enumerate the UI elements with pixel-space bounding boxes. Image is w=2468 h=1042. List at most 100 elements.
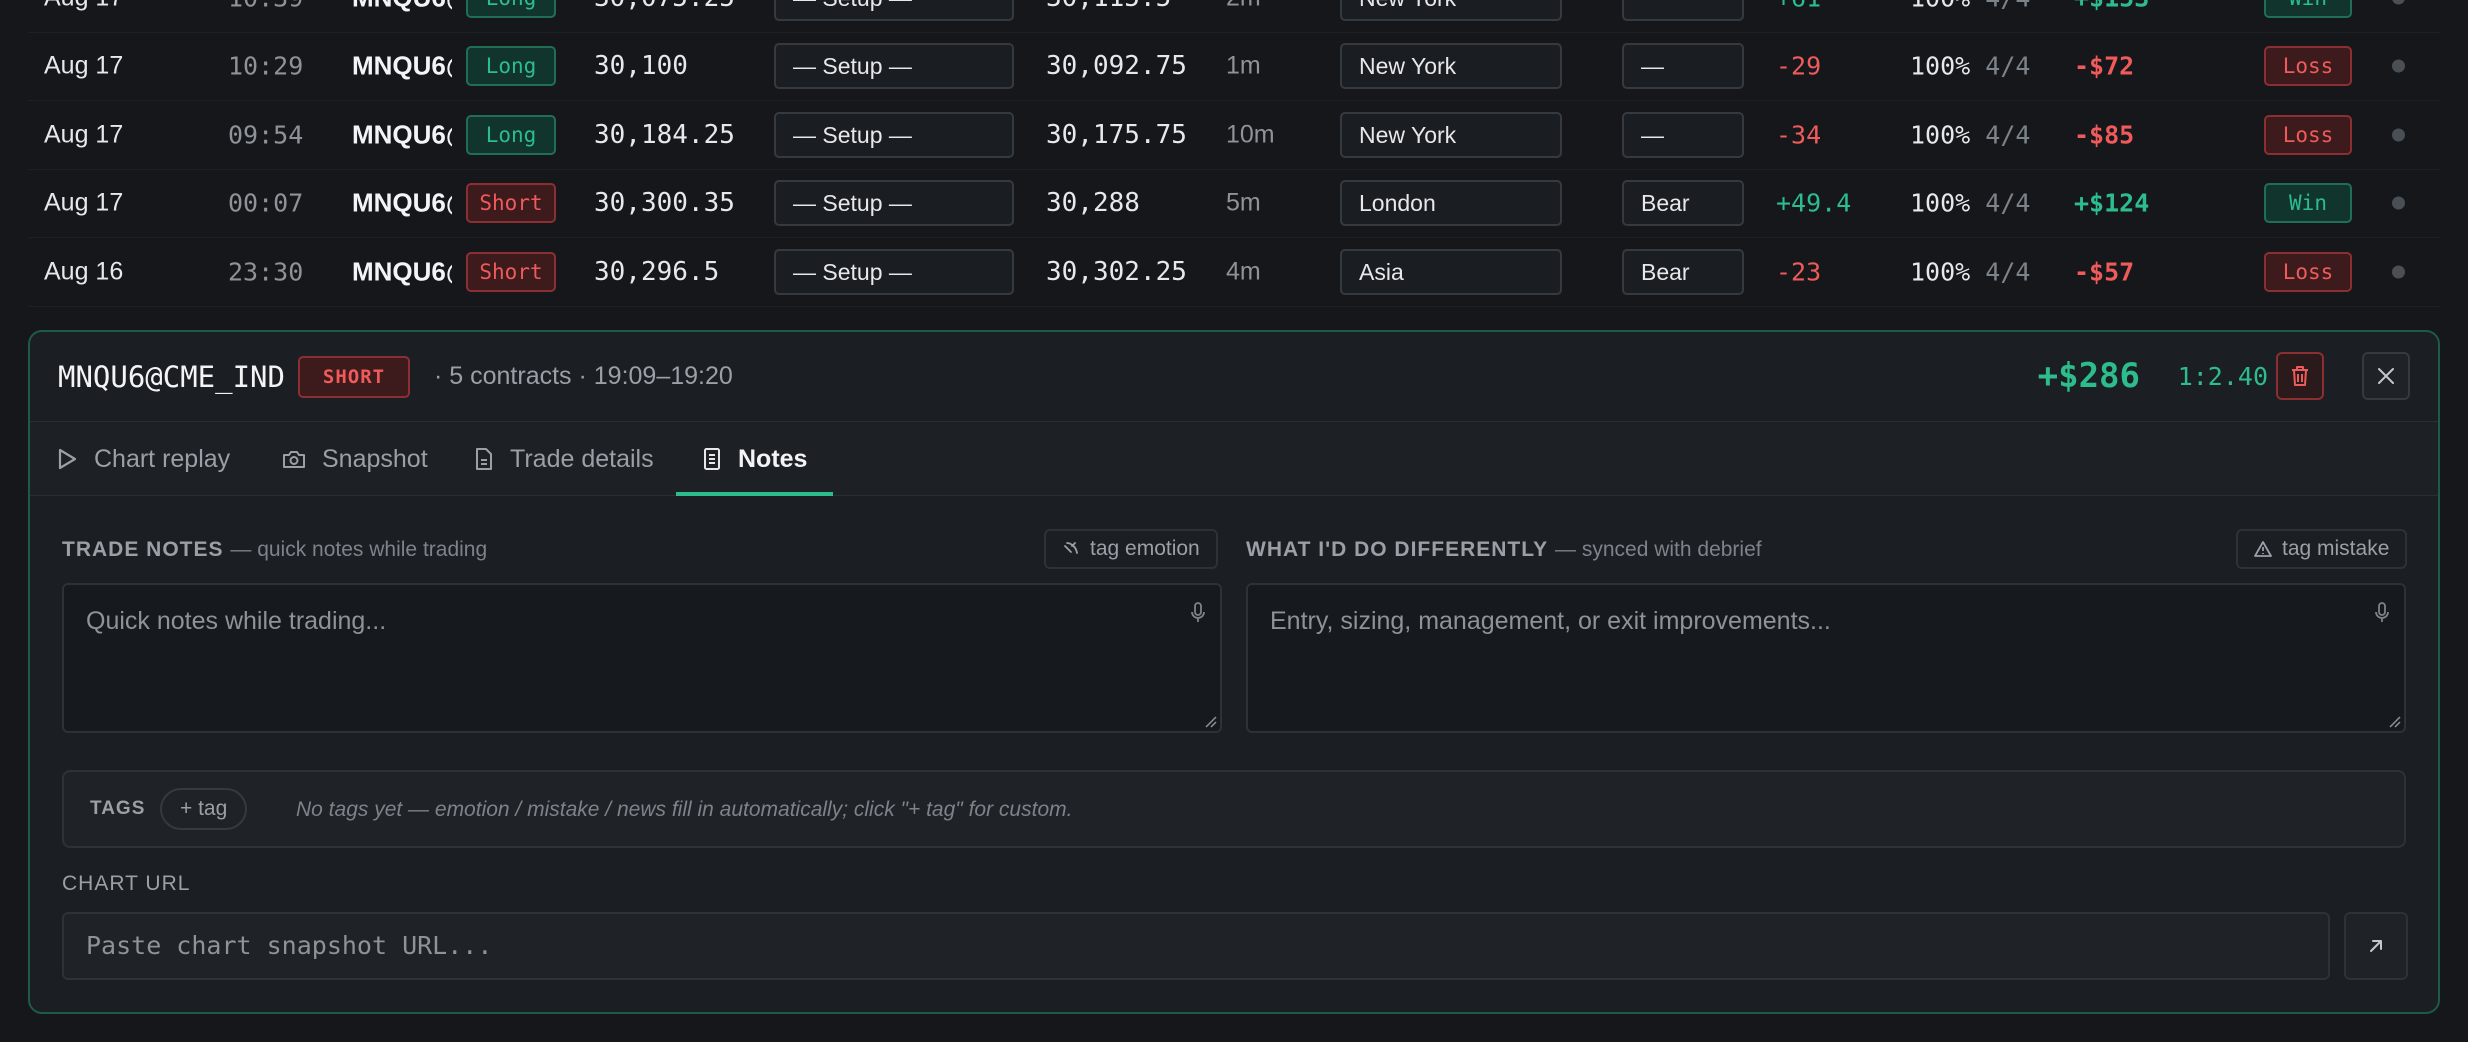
trade-duration: 2m [1226,0,1261,12]
bias-select[interactable]: Bear [1622,248,1744,295]
fill-fraction: 4/4 [1985,188,2031,218]
tab-notes[interactable]: Notes [676,422,834,496]
setup-select[interactable]: — Setup — [774,43,1014,90]
trade-date: Aug 16 [44,257,124,286]
close-button[interactable] [2362,352,2410,400]
session-select[interactable]: New York [1340,43,1562,90]
bias-select[interactable]: Bear [1622,180,1744,227]
resize-grip-icon[interactable] [2389,716,2401,728]
camera-icon [283,451,305,468]
direction-badge: SHORT [298,356,410,398]
trade-points: -23 [1776,257,1822,287]
direction-badge: Long [466,0,556,18]
result-badge: Loss [2264,251,2352,292]
table-row[interactable]: Aug 17 09:54 MNQU6@CME_IND Long 30,184.2… [28,101,2440,170]
trade-duration: 1m [1226,51,1261,80]
arrow-up-right-icon [2370,940,2382,952]
table-row[interactable]: Aug 17 10:39 MNQU6@CME_IND Long 30,075.2… [28,0,2440,33]
tag-mistake-button[interactable]: tag mistake [2236,529,2408,569]
entry-price: 30,296.5 [594,256,720,287]
trade-pnl: +$124 [2074,188,2150,218]
tab-trade-details[interactable]: Trade details [474,422,654,496]
trade-date: Aug 17 [44,0,123,12]
tag-emotion-button[interactable]: tag emotion [1044,529,1218,569]
fill-percent: 100% [1910,0,1970,12]
bias-select[interactable]: — [1622,43,1744,90]
add-tag-button[interactable]: + tag [160,788,248,830]
trade-meta: · 5 contracts · 19:09–19:20 [434,362,733,390]
trade-symbol: MNQU6@CME_IND [352,119,452,150]
document-icon [476,448,492,470]
tab-label: Snapshot [322,444,428,473]
improvements-heading: WHAT I'D DO DIFFERENTLY — synced with de… [1246,538,1762,562]
bias-select[interactable] [1622,0,1744,21]
warning-icon [2254,541,2272,557]
trade-time: 00:07 [228,188,304,218]
entry-price: 30,184.25 [594,119,735,150]
trade-journal: Aug 17 10:39 MNQU6@CME_IND Long 30,075.2… [0,0,2468,1042]
trade-date: Aug 17 [44,51,124,80]
trade-detail-panel: MNQU6@CME_IND SHORT · 5 contracts · 19:0… [28,330,2440,1014]
tab-snapshot[interactable]: Snapshot [282,422,428,496]
improvements-input[interactable]: Entry, sizing, management, or exit impro… [1246,583,2406,733]
setup-select[interactable]: — Setup — [774,248,1014,295]
exit-price: 30,115.5 [1046,0,1171,13]
trade-notes-sub: — quick notes while trading [230,538,488,561]
chart-url-input[interactable]: Paste chart snapshot URL... [62,912,2330,980]
trade-duration: 4m [1226,257,1261,286]
fill-percent: 100% [1910,257,1971,287]
open-url-button[interactable] [2344,912,2408,980]
row-status-dot [2392,59,2405,73]
resize-grip-icon[interactable] [1205,716,1217,728]
detail-pnl: +$286 [2037,356,2140,396]
session-select[interactable]: New York [1340,0,1562,21]
setup-select[interactable]: — Setup — [774,111,1014,158]
improvements-label: WHAT I'D DO DIFFERENTLY [1246,538,1549,561]
session-select[interactable]: Asia [1340,248,1562,295]
mic-icon[interactable] [1190,601,1206,625]
delete-button[interactable] [2276,352,2324,400]
trade-date: Aug 17 [44,188,124,217]
trade-notes-heading: TRADE NOTES — quick notes while trading [62,538,487,562]
row-status-dot [2392,196,2405,210]
entry-price: 30,100 [594,51,688,82]
trade-time: 10:29 [228,51,304,81]
exit-price: 30,175.75 [1046,119,1187,150]
notes-icon [704,448,720,470]
tag-emotion-label: tag emotion [1090,537,1200,560]
mic-icon[interactable] [2374,601,2390,625]
session-select[interactable]: New York [1340,111,1562,158]
result-badge: Loss [2264,46,2352,87]
active-tab-indicator [676,492,834,496]
fill-fraction: 4/4 [1985,257,2031,287]
tab-label: Trade details [510,444,654,473]
trade-points: -34 [1776,120,1822,150]
trade-pnl: +$153 [2074,0,2149,12]
tab-chart-replay[interactable]: Chart replay [56,422,230,496]
table-row[interactable]: Aug 17 10:29 MNQU6@CME_IND Long 30,100 —… [28,33,2440,101]
trade-points: +49.4 [1776,188,1852,218]
table-row[interactable]: Aug 16 23:30 MNQU6@CME_IND Short 30,296.… [28,238,2440,307]
direction-badge: Long [466,46,556,87]
bias-select[interactable]: — [1622,111,1744,158]
fill-fraction: 4/4 [1985,0,2030,12]
setup-select[interactable]: — Setup — [774,0,1014,21]
tags-label: TAGS [90,798,146,819]
row-status-dot [2392,0,2405,5]
close-icon [2378,368,2394,384]
table-row[interactable]: Aug 17 00:07 MNQU6@CME_IND Short 30,300.… [28,170,2440,238]
trade-fill: 100% 4/4 [1910,189,2030,218]
trade-time: 09:54 [228,120,304,150]
trade-time: 23:30 [228,257,304,287]
trade-fill: 100% 4/4 [1910,0,2030,12]
setup-select[interactable]: — Setup — [774,180,1014,227]
trade-notes-input[interactable]: Quick notes while trading... [62,583,1222,733]
trade-pnl: -$72 [2074,51,2135,81]
session-select[interactable]: London [1340,180,1562,227]
trade-points: -29 [1776,51,1822,81]
risk-reward: 1:2.40 [2177,362,2268,391]
detail-symbol: MNQU6@CME_IND [58,360,285,394]
fill-percent: 100% [1910,188,1971,218]
direction-badge: Short [466,251,556,292]
trade-pnl: -$85 [2074,120,2135,150]
